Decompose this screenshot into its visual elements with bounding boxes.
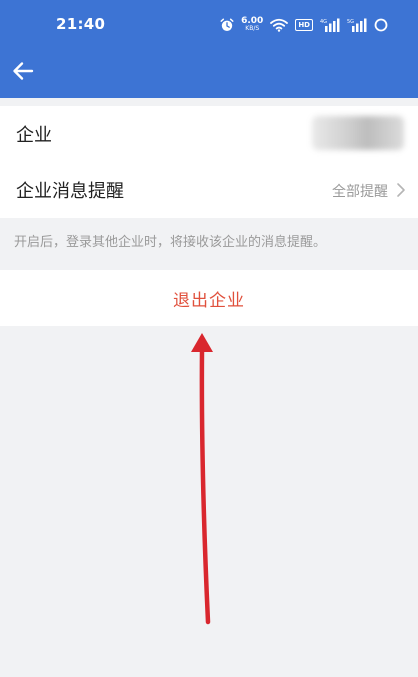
chevron-right-icon: [397, 183, 405, 197]
battery-icon: [374, 18, 388, 32]
enterprise-notify-value: 全部提醒: [332, 184, 388, 200]
enterprise-label: 企业: [16, 125, 52, 146]
notify-hint-text: 开启后，登录其他企业时，将接收该企业的消息提醒。: [14, 235, 327, 250]
network-speed-unit: KB/S: [245, 25, 260, 32]
status-time: 21:40: [56, 15, 106, 33]
exit-enterprise-button[interactable]: 退出企业: [0, 270, 418, 326]
alarm-icon: [220, 18, 234, 32]
enterprise-name-redacted: [312, 116, 404, 150]
status-icons: 6.00 KB/S HD 4G 5G: [220, 14, 388, 36]
signal-1-label: 4G: [320, 19, 327, 25]
exit-enterprise-label: 退出企业: [173, 290, 245, 311]
annotation-arrow-shaft: [199, 347, 211, 625]
signal-icon: 4G: [320, 18, 340, 32]
hd-voice-badge: HD: [295, 19, 313, 31]
back-button[interactable]: [8, 56, 38, 86]
annotation-arrow: [191, 333, 213, 625]
signal-icon-2: 5G: [347, 18, 367, 32]
signal-2-label: 5G: [347, 19, 354, 25]
app-header: 21:40 6.00 KB/S HD 4G 5G: [0, 0, 418, 98]
enterprise-notify-row[interactable]: 企业消息提醒 全部提醒: [0, 162, 418, 218]
arrow-left-icon: [13, 62, 34, 80]
status-bar: 21:40 6.00 KB/S HD 4G 5G: [0, 0, 418, 50]
network-speed: 6.00 KB/S: [241, 17, 263, 33]
enterprise-row: 企业: [0, 106, 418, 162]
annotation-arrow-head: [191, 333, 213, 352]
wifi-icon: [270, 18, 289, 32]
enterprise-notify-label: 企业消息提醒: [16, 181, 124, 202]
network-speed-value: 6.00: [241, 16, 264, 26]
enterprise-settings-card: 企业 企业消息提醒 全部提醒: [0, 106, 418, 218]
